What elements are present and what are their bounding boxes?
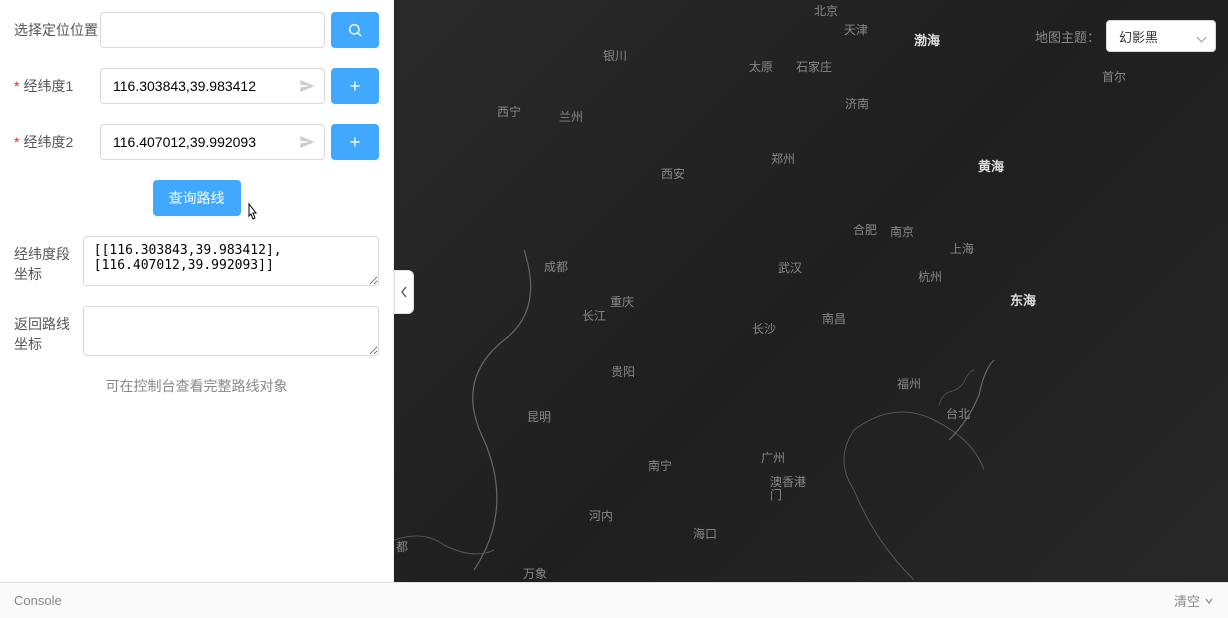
add-coord1-button[interactable] bbox=[331, 68, 379, 104]
map-city-label: 上海 bbox=[950, 240, 974, 257]
sidebar-panel: 选择定位位置 *经纬度1 bbox=[0, 0, 394, 582]
chevron-down-icon bbox=[1204, 596, 1214, 606]
map-city-label: 南宁 bbox=[648, 457, 672, 474]
coord2-input[interactable] bbox=[100, 124, 325, 160]
console-title: Console bbox=[14, 593, 62, 608]
map-city-label: 海口 bbox=[693, 525, 717, 542]
label-location: 选择定位位置 bbox=[14, 12, 100, 40]
map-city-label: 长江 bbox=[582, 307, 606, 324]
map-city-label: 成都 bbox=[544, 258, 568, 275]
map-area[interactable]: 北京天津渤海银川太原 石家庄首尔西宁 兰州 济南西安 郑州 黄海合肥南京上海成都 武汉杭州重… bbox=[394, 0, 1228, 582]
segment-textarea[interactable] bbox=[83, 236, 379, 286]
map-city-label: 西宁 bbox=[497, 103, 521, 120]
map-city-label: 银川 bbox=[603, 47, 627, 64]
map-city-label: 兰州 bbox=[559, 108, 583, 125]
map-city-label: 济南 bbox=[845, 95, 869, 112]
query-route-button[interactable]: 查询路线 bbox=[153, 180, 241, 216]
map-city-label: 石家庄 bbox=[796, 58, 832, 75]
row-coord1: *经纬度1 bbox=[14, 68, 379, 104]
map-city-label: 河内 bbox=[589, 507, 613, 524]
add-coord2-button[interactable] bbox=[331, 124, 379, 160]
route-textarea[interactable] bbox=[83, 306, 379, 356]
map-city-label: 东海 bbox=[1010, 290, 1036, 309]
theme-label: 地图主题： bbox=[1035, 27, 1100, 46]
map-city-label: 西安 bbox=[661, 165, 685, 182]
map-city-label: 郑州 bbox=[771, 150, 795, 167]
map-city-label: 台北 bbox=[946, 405, 970, 422]
theme-value: 幻影黑 bbox=[1119, 27, 1158, 46]
console-bar: Console 清空 bbox=[0, 582, 1228, 618]
map-city-label: 南昌 bbox=[822, 310, 846, 327]
search-button[interactable] bbox=[331, 12, 379, 48]
map-city-label: 长沙 bbox=[752, 320, 776, 337]
map-city-label: 北京 bbox=[814, 2, 838, 19]
map-city-label: 广州 bbox=[761, 449, 785, 466]
map-city-label: 渤海 bbox=[914, 30, 940, 49]
map-city-label: 合肥 bbox=[853, 221, 877, 238]
map-city-label: 重庆 bbox=[610, 293, 634, 310]
map-roads-layer bbox=[394, 0, 1228, 582]
plus-icon bbox=[347, 134, 363, 150]
app-root: 选择定位位置 *经纬度1 bbox=[0, 0, 1228, 618]
map-city-label: 福州 bbox=[897, 375, 921, 392]
map-city-label: 杭州 bbox=[918, 268, 942, 285]
plus-icon bbox=[347, 78, 363, 94]
row-route: 返回路线坐标 bbox=[14, 306, 379, 356]
map-city-label: 贵阳 bbox=[611, 363, 635, 380]
map-city-label: 武汉 bbox=[778, 259, 802, 276]
theme-select[interactable]: 幻影黑 bbox=[1106, 20, 1216, 52]
console-clear-button[interactable]: 清空 bbox=[1174, 591, 1214, 610]
row-coord2: *经纬度2 bbox=[14, 124, 379, 160]
hint-text: 可在控制台查看完整路线对象 bbox=[14, 376, 379, 396]
map-city-label: 太原 bbox=[749, 58, 773, 75]
map-city-label: 门 bbox=[770, 486, 782, 503]
location-input[interactable] bbox=[100, 12, 325, 48]
map-city-label: 天津 bbox=[844, 21, 868, 38]
search-icon bbox=[347, 22, 363, 38]
map-city-label: 都 bbox=[396, 538, 408, 555]
row-location: 选择定位位置 bbox=[14, 12, 379, 48]
map-city-label: 万象 bbox=[523, 565, 547, 582]
label-segment: 经纬度段坐标 bbox=[14, 236, 83, 284]
label-coord1: *经纬度1 bbox=[14, 68, 100, 96]
map-city-label: 黄海 bbox=[978, 156, 1004, 175]
coord1-input[interactable] bbox=[100, 68, 325, 104]
map-city-label: 昆明 bbox=[527, 408, 551, 425]
theme-control: 地图主题： 幻影黑 bbox=[1035, 20, 1216, 52]
chevron-left-icon bbox=[399, 285, 409, 299]
map-city-label: 南京 bbox=[890, 223, 914, 240]
collapse-sidebar-button[interactable] bbox=[394, 270, 414, 314]
map-city-label: 首尔 bbox=[1102, 68, 1126, 85]
label-route: 返回路线坐标 bbox=[14, 306, 83, 354]
row-segment: 经纬度段坐标 bbox=[14, 236, 379, 286]
label-coord2: *经纬度2 bbox=[14, 124, 100, 152]
main-area: 选择定位位置 *经纬度1 bbox=[0, 0, 1228, 582]
